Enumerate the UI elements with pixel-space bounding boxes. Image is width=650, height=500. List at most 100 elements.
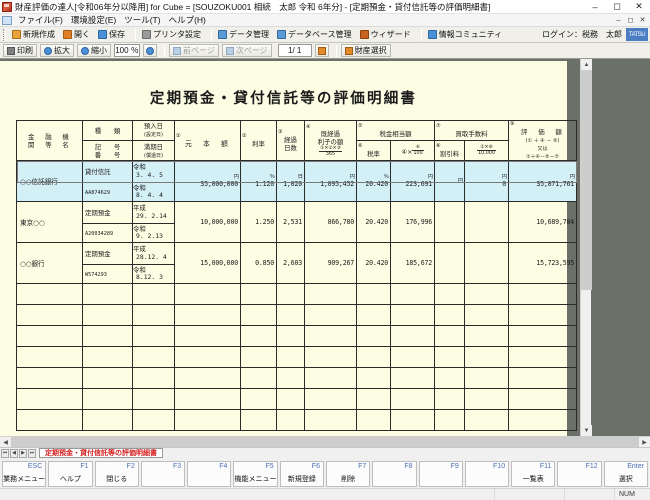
wizard-button[interactable]: ウィザード bbox=[358, 29, 417, 40]
cell-empty bbox=[16, 367, 83, 390]
status-bar: NUM bbox=[0, 488, 650, 500]
tab-prev-button[interactable]: ◀ bbox=[10, 448, 18, 458]
menu-item-preferences[interactable]: 環境設定(E) bbox=[69, 14, 122, 26]
zoom-picker-button[interactable] bbox=[143, 44, 157, 57]
cell-deposit-date: 平成 29. 2.14 bbox=[132, 201, 175, 225]
horizontal-scroll-thumb[interactable] bbox=[11, 436, 639, 448]
mdi-close-button[interactable]: ✕ bbox=[638, 16, 647, 25]
toolbar-grip[interactable] bbox=[3, 28, 6, 41]
function-key-label: 削除 bbox=[341, 476, 356, 483]
cell-empty bbox=[16, 325, 83, 348]
function-key-f5[interactable]: F5 機能メニュー bbox=[233, 461, 278, 487]
minimize-button[interactable]: – bbox=[584, 0, 606, 14]
function-key-f3[interactable]: F3 bbox=[140, 461, 186, 487]
function-key-f8[interactable]: F8 bbox=[372, 461, 417, 487]
horizontal-scrollbar[interactable]: ◀ ▶ bbox=[0, 436, 650, 448]
function-key-esc[interactable]: ESC 業務メニュー bbox=[2, 461, 47, 487]
new-button[interactable]: 新規作成 bbox=[10, 29, 61, 40]
save-button[interactable]: 保存 bbox=[96, 29, 131, 40]
table-row-empty[interactable] bbox=[16, 325, 578, 348]
prev-page-icon bbox=[173, 46, 181, 55]
maximize-button[interactable]: ◻ bbox=[606, 0, 628, 14]
page-jump-button[interactable] bbox=[314, 44, 329, 57]
tab-first-button[interactable]: ⏮ bbox=[1, 448, 9, 458]
header-maturity-date-line1: 満期日 bbox=[143, 142, 164, 151]
table-row-empty[interactable] bbox=[16, 346, 578, 369]
function-key-bar: ESC 業務メニュー F1 ヘルプ F2 閉じる F3 F4 F5 機能メニュー F6 新規登録 F7 削… bbox=[0, 458, 650, 488]
function-key-f7[interactable]: F7 削除 bbox=[325, 461, 371, 487]
zoom-level-input[interactable]: 100 ％ bbox=[114, 44, 140, 57]
printer-settings-button[interactable]: プリンタ設定 bbox=[140, 29, 207, 40]
header-maturity-date: 満期日 (償還日) bbox=[132, 140, 175, 162]
print-button[interactable]: 印刷 bbox=[3, 44, 37, 57]
cell-fee bbox=[464, 242, 510, 285]
cell-discount-rate bbox=[434, 242, 466, 285]
cell-principal: 10,000,000 bbox=[174, 201, 241, 244]
cell-empty bbox=[276, 283, 305, 306]
table-row-empty[interactable] bbox=[16, 409, 578, 432]
table-row-empty[interactable] bbox=[16, 388, 578, 411]
table-row-empty[interactable] bbox=[16, 304, 578, 327]
tax-rate-value: 20.420 bbox=[365, 217, 388, 226]
institution-value: ○○信託銀行 bbox=[20, 178, 58, 187]
data-management-button[interactable]: データ管理 bbox=[216, 29, 275, 40]
table-row[interactable]: ○○銀行 定期預金 平成 28.12. 4 15,000,000 0.850 2… bbox=[16, 242, 578, 285]
menu-item-help[interactable]: ヘルプ(H) bbox=[167, 14, 212, 26]
cell-empty bbox=[240, 346, 277, 369]
function-key-f4[interactable]: F4 bbox=[187, 461, 232, 487]
tab-next-button[interactable]: ▶ bbox=[19, 448, 27, 458]
table-row[interactable]: 東京○○ 定期預金 平成 29. 2.14 10,000,000 1.250 2… bbox=[16, 201, 578, 244]
function-key-f10[interactable]: F10 bbox=[464, 461, 510, 487]
formula-denominator: 365 bbox=[325, 152, 336, 158]
mdi-minimize-button[interactable]: – bbox=[614, 16, 623, 25]
function-key-f6[interactable]: F6 新規登録 bbox=[279, 461, 324, 487]
cell-empty bbox=[16, 409, 83, 432]
close-button[interactable]: ✕ bbox=[628, 0, 650, 14]
mdi-restore-button[interactable]: ◻ bbox=[626, 16, 635, 25]
scroll-left-arrow[interactable]: ◀ bbox=[0, 437, 11, 448]
tab-fixed-deposit-valuation[interactable]: 定期預金・貸付信託等の評価明細書 bbox=[39, 448, 163, 458]
tab-last-button[interactable]: ⏭ bbox=[28, 448, 36, 458]
menu-item-tools[interactable]: ツール(T) bbox=[122, 14, 166, 26]
zoom-in-button[interactable]: 拡大 bbox=[40, 44, 74, 57]
interest-value: 1,095,452 bbox=[320, 179, 354, 188]
menu-bar: ファイル(F) 環境設定(E) ツール(T) ヘルプ(H) – ◻ ✕ bbox=[0, 14, 650, 27]
cell-empty bbox=[304, 325, 357, 348]
maturity-date: 8.12. 3 bbox=[136, 273, 163, 282]
table-row[interactable]: ○○信託銀行 貸付信託 令和 3. 4. 5 円 35,000,000 ％ 1.… bbox=[16, 160, 578, 203]
prev-page-button[interactable]: 前ページ bbox=[169, 44, 219, 57]
open-button[interactable]: 開く bbox=[61, 29, 96, 40]
cell-maturity-date: 令和 9. 2.13 bbox=[132, 223, 175, 244]
info-community-label: 情報コミュニティ bbox=[438, 30, 503, 39]
table-row-empty[interactable] bbox=[16, 367, 578, 390]
function-key-enter[interactable]: Enter 選択 bbox=[603, 461, 648, 487]
zoom-out-button[interactable]: 縮小 bbox=[77, 44, 111, 57]
cell-empty bbox=[240, 388, 277, 411]
institution-value: 東京○○ bbox=[20, 219, 45, 228]
scroll-down-arrow[interactable]: ▼ bbox=[581, 425, 592, 436]
function-key-f12[interactable]: F12 bbox=[557, 461, 602, 487]
function-key-f9[interactable]: F9 bbox=[418, 461, 463, 487]
cell-empty bbox=[16, 388, 83, 411]
empty-rows-group bbox=[16, 283, 578, 432]
cell-valuation: 15,723,595 bbox=[508, 242, 578, 285]
function-key-f2[interactable]: F2 閉じる bbox=[94, 461, 139, 487]
header-maturity-date-line2: (償還日) bbox=[144, 152, 163, 159]
asset-select-button[interactable]: 財産選択 bbox=[340, 44, 391, 57]
vertical-scroll-thumb[interactable] bbox=[581, 70, 592, 290]
function-key-number: F5 bbox=[265, 463, 274, 470]
header-symbol-line1: 記 号 bbox=[94, 142, 121, 151]
cell-tax-amount: 185,672 bbox=[389, 242, 436, 285]
function-key-f1[interactable]: F1 ヘルプ bbox=[48, 461, 93, 487]
menu-item-file[interactable]: ファイル(F) bbox=[16, 14, 69, 26]
info-community-button[interactable]: 情報コミュニティ bbox=[426, 29, 509, 40]
scroll-up-arrow[interactable]: ▲ bbox=[581, 59, 592, 70]
table-row-empty[interactable] bbox=[16, 283, 578, 306]
vertical-scrollbar[interactable]: ▲ ▼ bbox=[580, 59, 592, 436]
database-management-button[interactable]: データベース管理 bbox=[275, 29, 358, 40]
scroll-right-arrow[interactable]: ▶ bbox=[639, 437, 650, 448]
cell-empty bbox=[276, 325, 305, 348]
function-key-f11[interactable]: F11 一覧表 bbox=[511, 461, 556, 487]
next-page-button[interactable]: 次ページ bbox=[221, 44, 272, 57]
page-number-input[interactable]: 1/ 1 bbox=[277, 44, 312, 57]
